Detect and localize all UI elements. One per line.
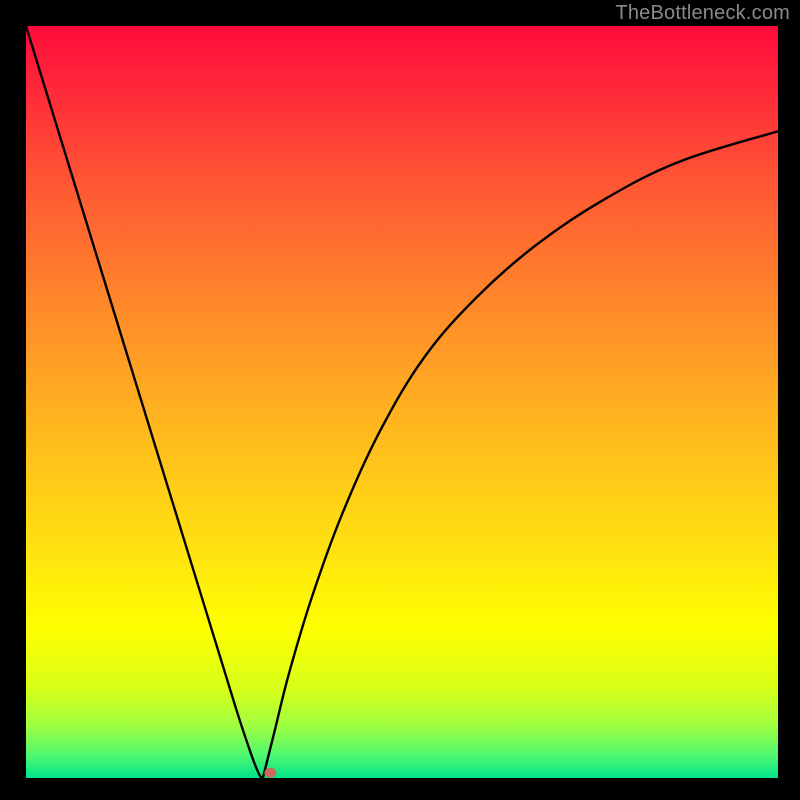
curve-left-branch [26,26,263,778]
curve-minimum-marker [264,768,276,778]
watermark-text: TheBottleneck.com [615,2,790,25]
curve-right-branch [263,131,778,778]
chart-plot-area [26,26,778,778]
curve-svg [26,26,778,778]
